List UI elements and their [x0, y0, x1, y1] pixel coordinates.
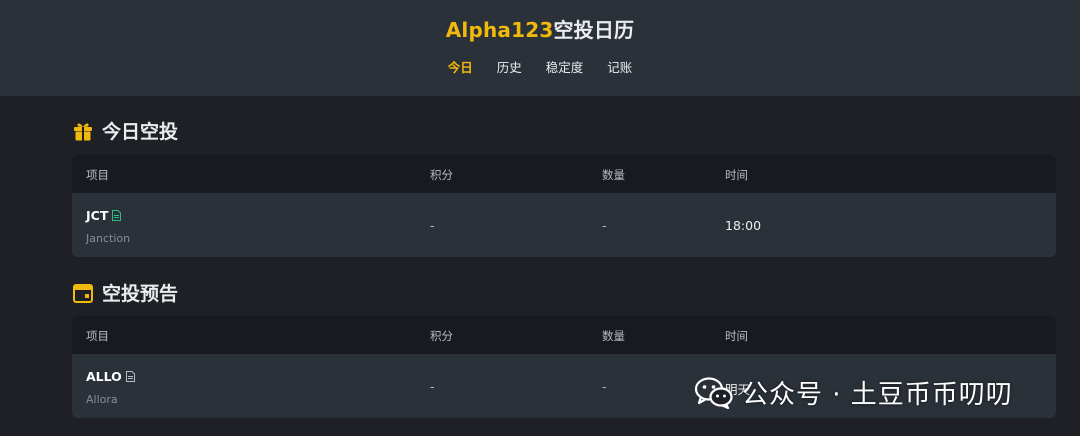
watermark-text: 公众号 · 土豆币币叨叨 [742, 379, 1013, 410]
amount-value: - [602, 379, 607, 394]
project-name: Janction [86, 232, 131, 245]
column-header-project: 项目 [86, 168, 109, 182]
calendar-icon [73, 283, 93, 303]
project-symbol-text: ALLO [86, 369, 122, 384]
table-header: 项目 积分 数量 时间 [72, 316, 1056, 354]
time-value: 18:00 [725, 218, 762, 233]
page-header: Alpha123空投日历 今日 历史 稳定度 记账 [0, 0, 1080, 96]
column-header-project: 项目 [86, 329, 109, 343]
table-header: 项目 积分 数量 时间 [72, 155, 1056, 193]
column-header-amount: 数量 [602, 168, 625, 182]
project-symbol: ALLO [86, 369, 135, 384]
amount-value: - [602, 218, 607, 233]
nav-item-stability[interactable]: 稳定度 [546, 57, 584, 76]
document-icon[interactable] [125, 371, 135, 382]
nav-item-today[interactable]: 今日 [448, 57, 473, 76]
site-title[interactable]: Alpha123空投日历 [0, 14, 1080, 43]
section-title-upcoming: 空投预告 [72, 279, 178, 306]
section-title-today: 今日空投 [72, 117, 178, 144]
wechat-icon [694, 377, 733, 409]
column-header-amount: 数量 [602, 329, 625, 343]
today-airdrop-table: 项目 积分 数量 时间 JCT Janction - - 18:00 [72, 155, 1056, 257]
column-header-time: 时间 [725, 168, 748, 182]
project-name: Allora [86, 393, 118, 406]
project-symbol: JCT [86, 208, 122, 223]
column-header-points: 积分 [430, 168, 453, 182]
main-nav: 今日 历史 稳定度 记账 [0, 57, 1080, 76]
site-title-rest: 空投日历 [553, 18, 635, 42]
nav-item-ledger[interactable]: 记账 [607, 57, 632, 76]
column-header-points: 积分 [430, 329, 453, 343]
gift-icon [74, 123, 92, 140]
nav-item-history[interactable]: 历史 [497, 57, 522, 76]
section-title-upcoming-text: 空投预告 [102, 283, 179, 305]
site-title-brand: Alpha123 [445, 18, 554, 42]
project-symbol-text: JCT [86, 208, 109, 223]
points-value: - [430, 218, 435, 233]
table-row[interactable]: JCT Janction - - 18:00 [72, 193, 1056, 257]
section-title-today-text: 今日空投 [102, 121, 179, 143]
points-value: - [430, 379, 435, 394]
wechat-watermark: 公众号 · 土豆币币叨叨 [694, 370, 1013, 414]
column-header-time: 时间 [725, 329, 748, 343]
document-icon[interactable] [112, 210, 122, 221]
